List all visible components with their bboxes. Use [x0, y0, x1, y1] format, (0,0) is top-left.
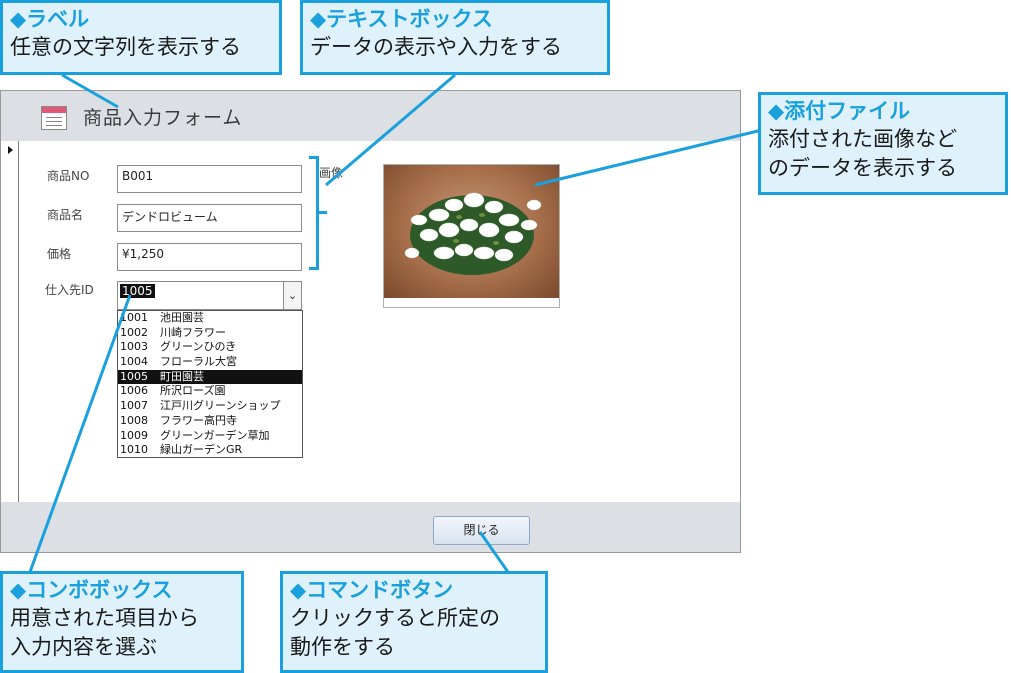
combo-option-name: フローラル大宮	[160, 355, 237, 369]
callout-combobox: ◆コンボボックス 用意された項目から 入力内容を選ぶ	[0, 571, 244, 673]
callout-command-desc2: 動作をする	[290, 635, 395, 659]
callout-combobox-desc1: 用意された項目から	[10, 606, 199, 630]
combo-option-name: 江戸川グリーンショップ	[160, 399, 281, 413]
supplier-combobox[interactable]: 1005 ⌄	[117, 281, 302, 310]
combo-option-name: グリーンガーデン草加	[160, 428, 270, 442]
combo-option[interactable]: 1004 フローラル大宮	[118, 355, 302, 370]
label-product-no: 商品NO	[47, 169, 90, 183]
callout-attachment: ◆添付ファイル 添付された画像など のデータを表示する	[758, 92, 1008, 195]
textbox-bracket	[309, 156, 319, 270]
callout-textbox-title: ◆テキストボックス	[310, 7, 493, 31]
callout-combobox-title: ◆コンボボックス	[10, 578, 173, 602]
callout-textbox-desc: データの表示や入力をする	[310, 35, 562, 59]
close-button[interactable]: 閉じる	[433, 516, 530, 545]
form-header: 商品入力フォーム	[1, 91, 740, 141]
callout-command-title: ◆コマンドボタン	[290, 578, 454, 602]
combo-option-name: 町田園芸	[160, 369, 204, 383]
price-textbox[interactable]: ¥1,250	[117, 243, 302, 271]
image-label: 画像	[319, 166, 344, 180]
combo-option-id: 1007	[120, 399, 148, 413]
label-supplier-id: 仕入先ID	[45, 283, 94, 297]
combo-option[interactable]: 1002 川崎フラワー	[118, 326, 302, 341]
product-no-textbox[interactable]: B001	[117, 165, 302, 193]
combo-option-name: 緑山ガーデンGR	[160, 443, 243, 457]
combo-option-id: 1005	[120, 369, 148, 383]
callout-attachment-desc2: のデータを表示する	[768, 156, 957, 180]
callout-combobox-desc2: 入力内容を選ぶ	[10, 635, 157, 659]
supplier-combobox-value: 1005	[120, 284, 155, 298]
record-selector[interactable]	[1, 141, 19, 502]
callout-label-title: ◆ラベル	[10, 7, 90, 31]
combo-option-name: 池田園芸	[160, 311, 204, 324]
product-name-textbox[interactable]: デンドロビューム	[117, 204, 302, 232]
combo-option[interactable]: 1003 グリーンひのき	[118, 340, 302, 355]
callout-textbox: ◆テキストボックス データの表示や入力をする	[300, 0, 610, 75]
form-footer: 閉じる	[1, 502, 740, 552]
combo-option[interactable]: 1010 緑山ガーデンGR	[118, 443, 302, 457]
supplier-dropdown-list: 1001 池田園芸 1002 川崎フラワー 1003 グリーンひのき 1004 フローラル大宮…	[117, 310, 303, 458]
chevron-down-icon[interactable]: ⌄	[283, 282, 301, 309]
flower-photo	[384, 165, 559, 298]
combo-option-name: 所沢ローズ園	[160, 384, 226, 398]
combo-option-name: グリーンひのき	[160, 340, 237, 354]
bracket-tick	[319, 211, 327, 214]
combo-option[interactable]: 1007 江戸川グリーンショップ	[118, 399, 302, 414]
combo-option-id: 1003	[120, 340, 148, 354]
image-attachment[interactable]	[383, 164, 560, 308]
combo-option-id: 1009	[120, 428, 148, 442]
form-icon	[41, 106, 67, 130]
combo-option-id: 1001	[120, 311, 148, 324]
combo-option[interactable]: 1008 フラワー高円寺	[118, 414, 302, 429]
combo-option-id: 1004	[120, 355, 148, 369]
callout-command-button: ◆コマンドボタン クリックすると所定の 動作をする	[280, 571, 548, 673]
callout-attachment-title: ◆添付ファイル	[768, 99, 911, 123]
combo-option-id: 1008	[120, 413, 148, 427]
combo-option-id: 1002	[120, 325, 148, 339]
callout-attachment-desc1: 添付された画像など	[768, 127, 957, 151]
label-product-name: 商品名	[47, 208, 84, 222]
label-price: 価格	[47, 247, 72, 261]
combo-option-name: 川崎フラワー	[160, 325, 226, 339]
access-form: 商品入力フォーム 商品NO 商品名 価格 仕入先ID B001 デンドロビューム…	[0, 90, 741, 553]
combo-option[interactable]: 1009 グリーンガーデン草加	[118, 429, 302, 444]
callout-command-desc1: クリックすると所定の	[290, 606, 500, 630]
form-title: 商品入力フォーム	[83, 107, 243, 129]
record-selector-arrow-icon	[8, 146, 13, 154]
callout-label-desc: 任意の文字列を表示する	[10, 35, 241, 59]
combo-option-id: 1010	[120, 443, 148, 457]
combo-option[interactable]: 1006 所沢ローズ園	[118, 384, 302, 399]
combo-option-id: 1006	[120, 384, 148, 398]
callout-label: ◆ラベル 任意の文字列を表示する	[0, 0, 282, 75]
combo-option-name: フラワー高円寺	[160, 413, 237, 427]
combo-option[interactable]: 1001 池田園芸	[118, 311, 302, 326]
combo-option[interactable]: 1005 町田園芸	[118, 369, 302, 385]
